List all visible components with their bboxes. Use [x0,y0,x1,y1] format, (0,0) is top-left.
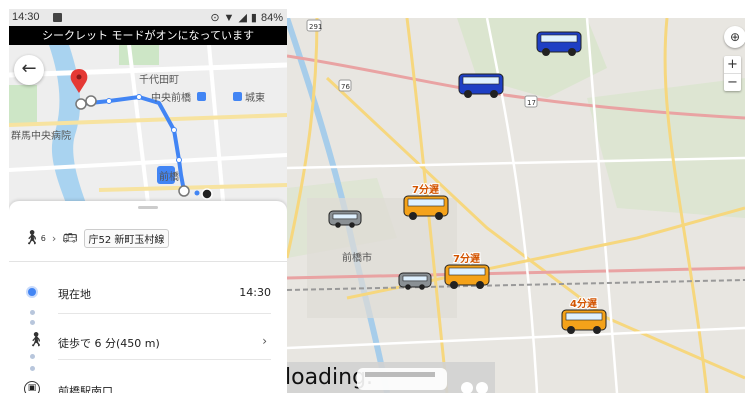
bus-layer: 7分遅 7分遅 4分遅 [328,31,607,334]
bus-marker-icon[interactable] [328,210,362,228]
zoom-out-button[interactable]: − [724,74,741,91]
origin-marker [75,98,87,110]
minimap-label-maebashi: 前橋 [159,170,179,183]
phone-panel: 14:30 ⊙ ▼ ◢ ▮ 84% シークレット モードがオンになっています 千… [9,9,287,393]
incognito-banner: シークレット モードがオンになっています [9,26,287,45]
route-summary[interactable]: 🚶︎ 6 › 🚌︎ 庁52 新町玉村線 [23,228,170,248]
bus-marker-icon[interactable] [458,73,504,98]
walk-icon: 🚶︎ [23,230,41,246]
step-time: 14:30 [239,286,271,299]
bus-delay-label: 7分遅 [412,183,439,196]
battery-level: 84% [260,11,283,24]
walk-icon: 🚶︎ [27,332,45,348]
zoom-control: + − [724,56,741,91]
bus-delay-label: 7分遅 [453,252,480,265]
divider [9,261,287,262]
route-details-sheet[interactable]: 🚶︎ 6 › 🚌︎ 庁52 新町玉村線 現在地 14:30 🚶︎ 徒歩で 6 分… [9,201,287,393]
bus-marker-icon[interactable]: 7分遅 [403,182,449,220]
step-label: 現在地 [58,288,91,301]
drag-handle[interactable] [138,206,158,209]
minimap-label-joto: 城東 [245,91,265,104]
signal-icon: ◢ [238,12,247,24]
loading-bus-graphic [357,368,488,393]
minimap-label-chuo: 中央前橋 [151,91,191,104]
sim-icon [53,13,62,22]
bus-icon: 🚌︎ [62,231,78,245]
train-station-icon [197,92,206,101]
destination-marker [201,188,213,200]
minimap-label-town: 千代田町 [139,74,179,86]
live-bus-map[interactable]: 291 76 17 前橋市 7分遅 7分遅 4分遅 ⊕ + − [287,18,745,393]
chevron-right-icon: › [51,231,57,245]
battery-icon: ▮ [250,12,257,24]
zoom-in-button[interactable]: + [724,56,741,73]
compass-icon[interactable]: ⊕ [724,26,745,48]
screen-root: 14:30 ⊙ ▼ ◢ ▮ 84% シークレット モードがオンになっています 千… [0,0,745,393]
bus-marker-icon[interactable]: 7分遅 [444,251,490,289]
step-label: 前橋駅南口 [58,385,113,393]
current-location-dot-icon [26,286,38,298]
bus-marker-icon[interactable] [536,31,582,56]
bus-delay-label: 4分遅 [570,297,597,310]
route-minimap[interactable]: 千代田町 中央前橋 城東 群馬中央病院 前橋 ← [9,45,287,211]
minimap-canvas: 千代田町 中央前橋 城東 群馬中央病院 前橋 [9,45,287,211]
loading-overlay: loading. [287,362,495,393]
bus-marker-icon[interactable]: 4分遅 [561,296,607,334]
status-time: 14:30 [12,11,40,23]
minimap-label-hospital: 群馬中央病院 [11,129,71,142]
walk-minutes: 6 [40,233,46,243]
step-label: 徒歩で 6 分(450 m) [58,337,160,350]
status-bar: 14:30 ⊙ ▼ ◢ ▮ 84% [9,9,287,26]
bus-stop-icon: ▣ [24,381,40,393]
bus-marker-icon[interactable] [398,272,432,290]
back-arrow-icon[interactable]: ← [14,55,44,85]
wifi-icon: ▼ [223,11,235,24]
route-name-badge: 庁52 新町玉村線 [83,228,170,248]
location-icon: ⊙ [210,12,220,24]
chevron-right-icon: › [262,334,267,348]
